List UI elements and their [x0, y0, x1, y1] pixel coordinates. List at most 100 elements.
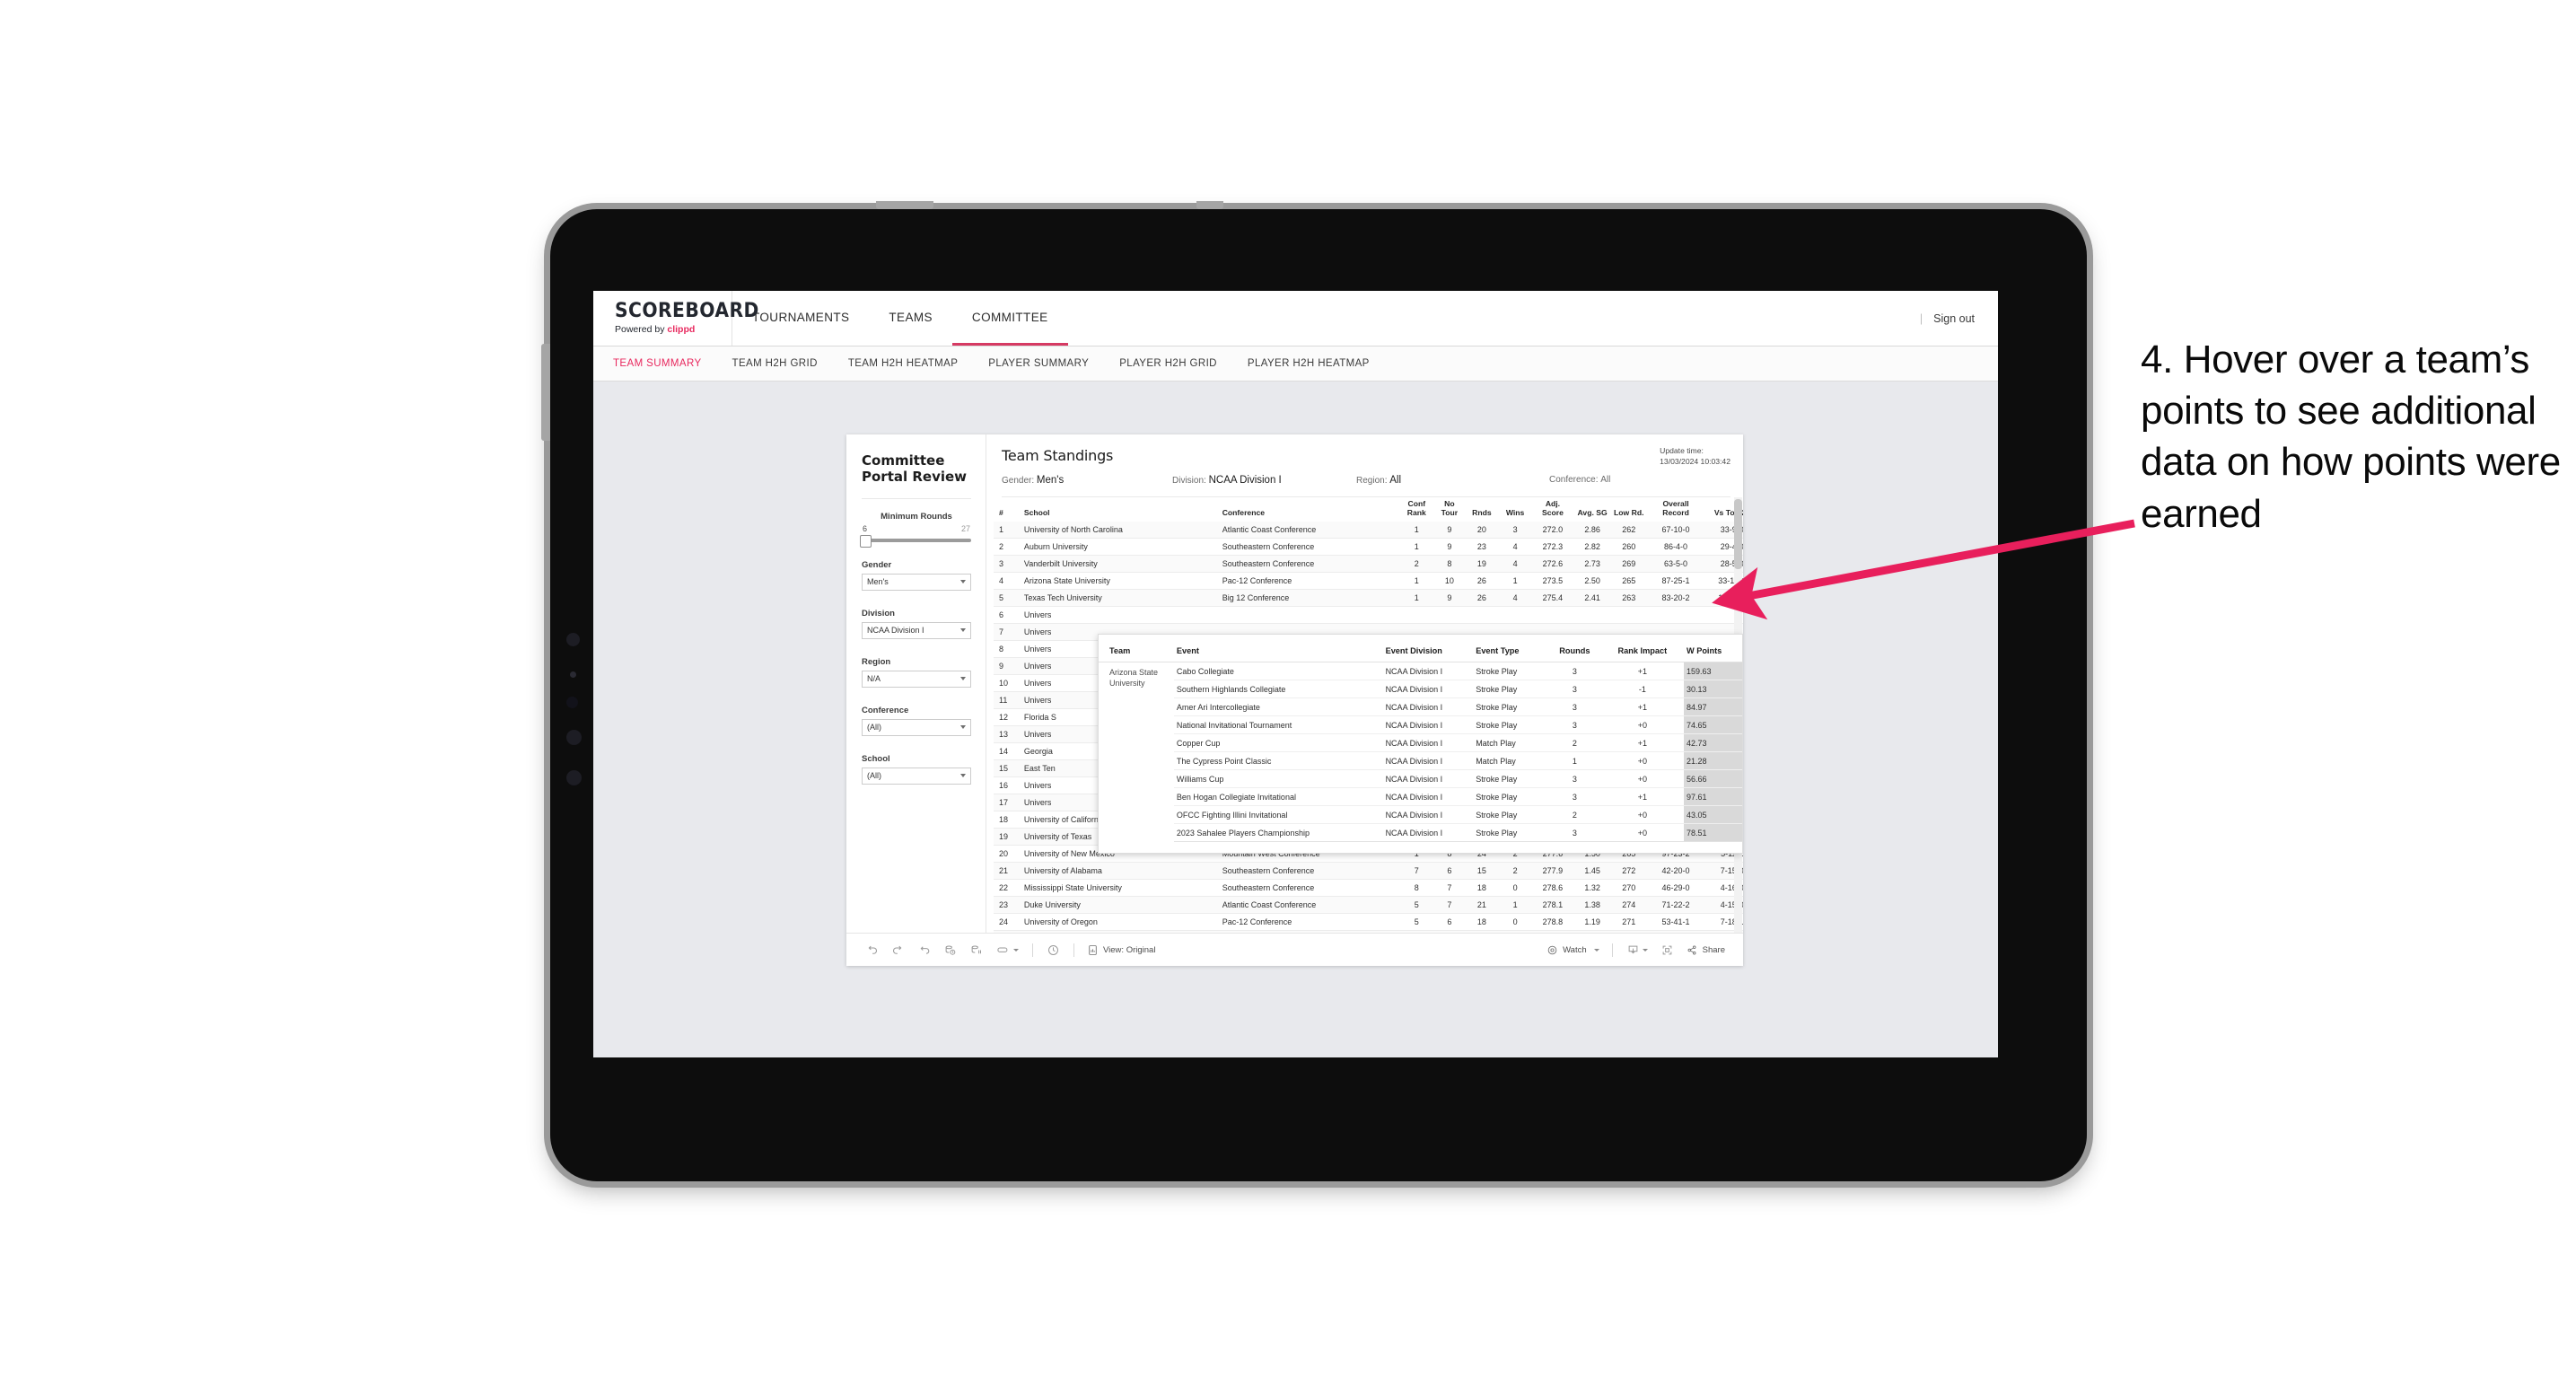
- cell-adj: 275.4: [1531, 589, 1574, 608]
- pause-data-icon[interactable]: [963, 939, 989, 961]
- tt-col-rounds: Rounds: [1548, 644, 1601, 662]
- tooltip-w-points: 97.61: [1683, 787, 1742, 806]
- history-icon[interactable]: [1040, 939, 1066, 961]
- table-row[interactable]: 21 University of Alabama Southeastern Conf…: [994, 862, 1743, 881]
- filter-gender: Gender Men's: [862, 560, 971, 591]
- nav-item-teams[interactable]: TEAMS: [869, 291, 952, 346]
- table-row[interactable]: 22 Mississippi State University Southeaste…: [994, 879, 1743, 898]
- highlight-icon[interactable]: [989, 939, 1025, 961]
- cell-notour: 9: [1433, 522, 1466, 539]
- cell-sg: 2.86: [1573, 522, 1611, 539]
- col-school[interactable]: School: [1019, 497, 1217, 522]
- chevron-down-icon: [1013, 948, 1019, 952]
- undo-icon[interactable]: [859, 939, 885, 961]
- cell-ovr: 86-4-0: [1646, 538, 1705, 557]
- col-wins[interactable]: Wins: [1499, 497, 1532, 522]
- table-row[interactable]: 25University of North FloridaASUN Confer…: [994, 930, 1743, 933]
- col-low-rd[interactable]: Low Rd.: [1611, 497, 1647, 522]
- share-button[interactable]: Share: [1680, 944, 1730, 956]
- tooltip-rounds: 3: [1548, 715, 1601, 734]
- brand-logo[interactable]: SCOREBOARD Powered by clippd: [593, 291, 759, 346]
- slider-handle[interactable]: [860, 534, 872, 548]
- tooltip-team-cell: [1099, 770, 1174, 788]
- table-row[interactable]: 4 Arizona State University Pac-12 Conferen…: [994, 572, 1743, 591]
- fullscreen-button[interactable]: [1654, 939, 1680, 961]
- col-conf-rank[interactable]: Conf Rank: [1399, 497, 1433, 522]
- table-row[interactable]: 1 University of North Carolina Atlantic Co…: [994, 522, 1743, 539]
- annotation-text: 4. Hover over a team’s points to see add…: [2141, 338, 2561, 536]
- table-row[interactable]: 2 Auburn University Southeastern Conferenc…: [994, 538, 1743, 557]
- col-overall-record[interactable]: Overall Record: [1647, 497, 1705, 522]
- tt-col-event-division: Event Division: [1382, 644, 1474, 662]
- view-original-button[interactable]: View: Original: [1082, 944, 1161, 956]
- cell-ovr: 42-20-0: [1646, 862, 1705, 881]
- download-button[interactable]: [1620, 939, 1654, 961]
- cell-notour: 7: [1433, 879, 1466, 898]
- col-avg-sg[interactable]: Avg. SG: [1573, 497, 1611, 522]
- col-adj-score[interactable]: Adj. Score: [1532, 497, 1573, 522]
- cell-rnds: 19: [1465, 555, 1499, 574]
- tooltip-team-cell: [1099, 734, 1174, 752]
- cell-rank: 7: [994, 623, 1019, 642]
- gender-select[interactable]: Men's: [862, 573, 971, 591]
- tab-player-h2h-grid[interactable]: PLAYER H2H GRID: [1104, 358, 1232, 369]
- cell-crank: [1399, 606, 1434, 625]
- summary-gender-value: Men's: [1036, 475, 1065, 486]
- table-row[interactable]: 5 Texas Tech University Big 12 Conference 1…: [994, 589, 1743, 608]
- cell-rank: 2: [994, 538, 1019, 557]
- signout-area: | Sign out: [1920, 291, 1998, 346]
- cell-sg: 1.45: [1573, 862, 1611, 881]
- conference-select[interactable]: (All): [862, 718, 971, 736]
- table-row[interactable]: 23 Duke University Atlantic Coast Conferen…: [994, 896, 1743, 915]
- col-rnds[interactable]: Rnds: [1465, 497, 1498, 522]
- col-conference[interactable]: Conference: [1217, 497, 1399, 522]
- school-select[interactable]: (All): [862, 767, 971, 785]
- filter-school: School (All): [862, 754, 971, 785]
- tooltip-w-points: 74.65: [1683, 715, 1742, 734]
- tab-team-summary[interactable]: TEAM SUMMARY: [613, 358, 717, 369]
- filter-region: Region N/A: [862, 657, 971, 688]
- col-no-tour[interactable]: No Tour: [1433, 497, 1465, 522]
- tooltip-rank-impact: +0: [1600, 715, 1684, 734]
- tooltip-rank-impact: +1: [1600, 733, 1684, 752]
- filter-minimum-rounds[interactable]: Minimum Rounds 6 27: [860, 512, 971, 548]
- tab-player-summary[interactable]: PLAYER SUMMARY: [973, 358, 1104, 369]
- cell-notour: 7: [1433, 896, 1466, 915]
- table-row[interactable]: 3 Vanderbilt University Southeastern Confe…: [994, 555, 1743, 574]
- tab-team-h2h-heatmap[interactable]: TEAM H2H HEATMAP: [833, 358, 973, 369]
- table-scrollbar-thumb[interactable]: [1734, 499, 1742, 569]
- conference-value: (All): [867, 723, 881, 732]
- brand-title: SCOREBOARD: [615, 300, 759, 322]
- cell-low: 271: [1611, 913, 1647, 932]
- table-row[interactable]: 6 Univers: [994, 606, 1743, 625]
- col-rank[interactable]: #: [994, 497, 1019, 522]
- cell-ovr: 71-22-2: [1646, 896, 1705, 915]
- tooltip-event-type: Match Play: [1473, 733, 1549, 752]
- table-row[interactable]: 24 University of Oregon Pac-12 Conference 5…: [994, 913, 1743, 932]
- nav-item-committee[interactable]: COMMITTEE: [951, 291, 1068, 346]
- summary-gender: Gender: Men's: [1002, 475, 1172, 486]
- division-select[interactable]: NCAA Division I: [862, 621, 971, 639]
- region-select[interactable]: N/A: [862, 670, 971, 688]
- revert-icon[interactable]: [911, 939, 937, 961]
- refresh-data-icon[interactable]: [937, 939, 963, 961]
- tab-team-h2h-grid[interactable]: TEAM H2H GRID: [717, 358, 833, 369]
- cell-low: 260: [1611, 538, 1647, 557]
- tooltip-event-type: Stroke Play: [1473, 662, 1549, 680]
- minimum-rounds-slider[interactable]: [860, 534, 971, 548]
- tooltip-row: National Invitational Tournament NCAA Div…: [1099, 715, 1742, 734]
- cell-crank: 1: [1399, 589, 1434, 608]
- cell-sg: 2.41: [1573, 589, 1611, 608]
- cell-low: 272: [1611, 862, 1647, 881]
- tab-player-h2h-heatmap[interactable]: PLAYER H2H HEATMAP: [1232, 358, 1385, 369]
- cell-low: 274: [1611, 896, 1647, 915]
- cell-rank: 3: [994, 555, 1019, 574]
- filter-conference-label: Conference: [862, 705, 909, 715]
- signout-button[interactable]: Sign out: [1933, 312, 1975, 325]
- redo-icon[interactable]: [885, 939, 911, 961]
- cell-rank: 23: [994, 896, 1019, 915]
- cell-rnds: 24: [1465, 930, 1499, 933]
- powered-by-name: clippd: [667, 324, 696, 335]
- watch-button[interactable]: Watch: [1541, 944, 1605, 956]
- cell-rank: 18: [994, 811, 1019, 829]
